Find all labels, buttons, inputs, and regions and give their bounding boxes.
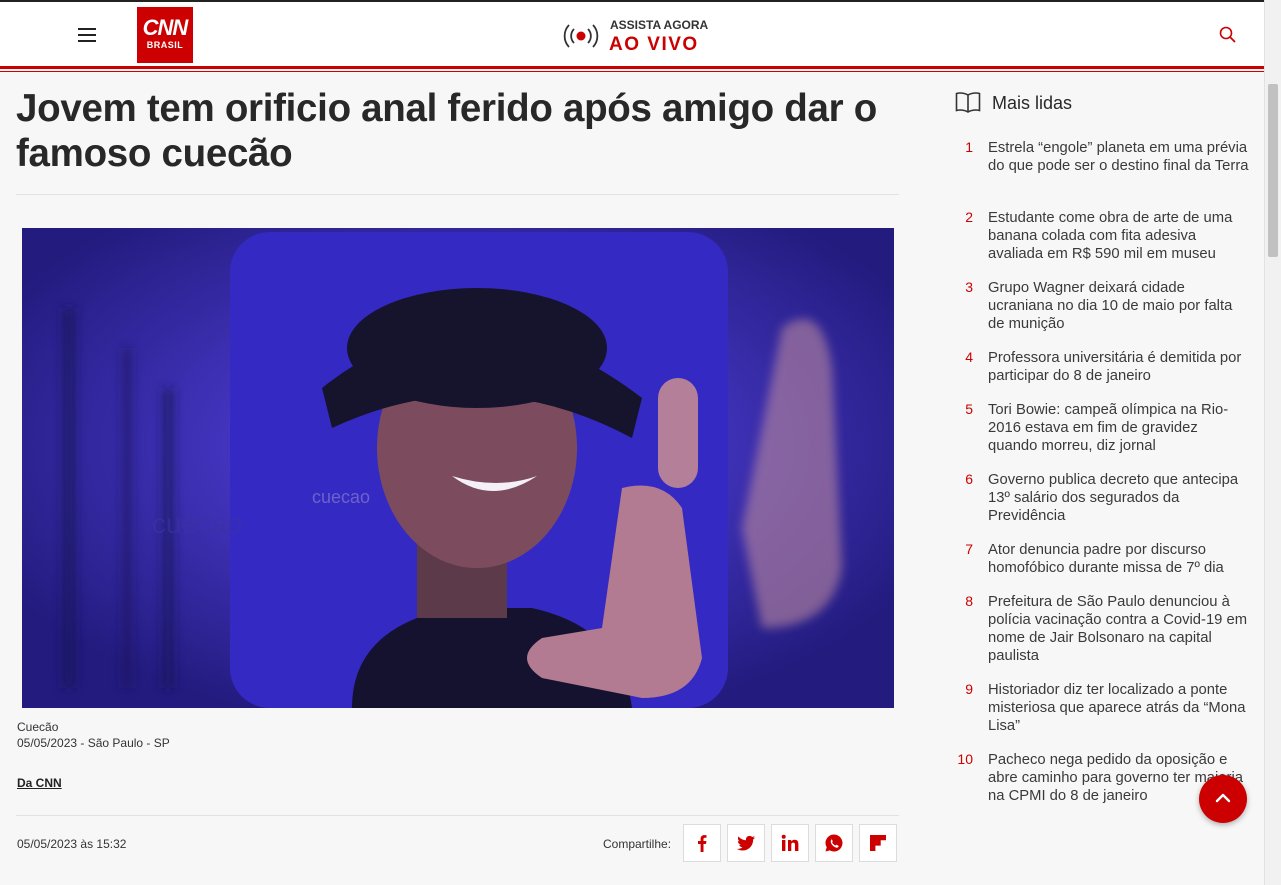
- most-read-text: Grupo Wagner deixará cidade ucraniana no…: [988, 280, 1233, 332]
- cnn-brasil-logo[interactable]: CNN BRASIL: [137, 7, 193, 63]
- byline-link[interactable]: Da CNN: [17, 776, 62, 790]
- most-read-number: 10: [957, 751, 973, 767]
- most-read-text: Ator denuncia padre por discurso homofób…: [988, 542, 1224, 576]
- share-facebook-button[interactable]: [683, 824, 721, 862]
- share-linkedin-button[interactable]: [771, 824, 809, 862]
- article-headline: Jovem tem orificio anal ferido após amig…: [16, 87, 877, 175]
- linkedin-icon: [781, 834, 799, 851]
- divider: [16, 815, 899, 816]
- caption-title: Cuecão: [17, 720, 59, 734]
- menu-icon[interactable]: [78, 28, 96, 42]
- live-broadcast-icon: [563, 24, 599, 48]
- whatsapp-icon: [825, 834, 843, 852]
- logo-sub-text: BRASIL: [146, 40, 184, 50]
- photo-illustration: cuecao cuecao: [22, 228, 894, 708]
- photo-caption: Cuecão 05/05/2023 - São Paulo - SP: [17, 719, 170, 751]
- site-header: CNN BRASIL ASSISTA AGORA AO VIVO: [0, 0, 1264, 66]
- most-read-text: Tori Bowie: campeã olímpica na Rio-2016 …: [988, 402, 1229, 454]
- publish-datetime: 05/05/2023 às 15:32: [17, 837, 127, 851]
- most-read-number: 3: [965, 279, 973, 295]
- flipboard-icon: [870, 835, 886, 851]
- divider: [16, 194, 899, 195]
- most-read-number: 6: [965, 471, 973, 487]
- twitter-icon: [737, 835, 755, 851]
- most-read-text: Estrela “engole” planeta em uma prévia d…: [988, 140, 1249, 174]
- share-flipboard-button[interactable]: [859, 824, 897, 862]
- most-read-text: Historiador diz ter localizado a ponte m…: [988, 682, 1246, 734]
- share-twitter-button[interactable]: [727, 824, 765, 862]
- most-read-number: 9: [965, 681, 973, 697]
- most-read-number: 2: [965, 209, 973, 225]
- most-read-number: 1: [965, 139, 973, 155]
- caption-meta: 05/05/2023 - São Paulo - SP: [17, 736, 170, 750]
- arrow-up-icon: [1215, 793, 1231, 803]
- most-read-number: 5: [965, 401, 973, 417]
- search-icon[interactable]: [1218, 25, 1238, 45]
- most-read-number: 4: [965, 349, 973, 365]
- most-read-text: Governo publica decreto que antecipa 13º…: [988, 472, 1239, 524]
- book-icon: [955, 92, 981, 113]
- share-whatsapp-button[interactable]: [815, 824, 853, 862]
- share-label: Compartilhe:: [603, 837, 672, 851]
- photo-watermark: cuecao: [312, 487, 370, 507]
- scrollbar-thumb[interactable]: [1268, 84, 1278, 257]
- most-read-text: Prefeitura de São Paulo denunciou à polí…: [988, 594, 1248, 664]
- live-label-bottom: AO VIVO: [609, 34, 699, 55]
- live-label-top: ASSISTA AGORA: [610, 18, 709, 32]
- back-to-top-button[interactable]: [1199, 775, 1247, 823]
- article-photo: cuecao cuecao: [22, 228, 894, 708]
- most-read-number: 8: [965, 593, 973, 609]
- logo-main-text: CNN: [142, 15, 189, 40]
- facebook-icon: [698, 835, 707, 852]
- photo-watermark-blur: cuecao: [152, 508, 242, 539]
- most-read-text: Estudante come obra de arte de uma banan…: [988, 210, 1233, 262]
- page-scrollbar[interactable]: [1264, 0, 1281, 885]
- most-read-number: 7: [965, 541, 973, 557]
- header-red-rule: [0, 66, 1264, 69]
- most-read-title: Mais lidas: [992, 93, 1073, 113]
- header-red-rule-thin: [0, 71, 1264, 72]
- most-read-text: Professora universitária é demitida por …: [988, 350, 1242, 384]
